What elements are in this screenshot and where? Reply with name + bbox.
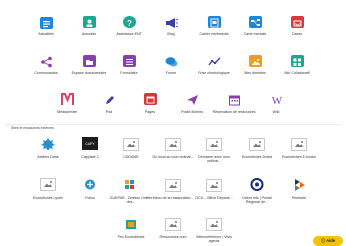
image-placeholder-icon[interactable] xyxy=(206,138,222,151)
timeline-icon[interactable] xyxy=(208,55,221,67)
external-label[interactable]: Capytale 2 xyxy=(68,155,112,159)
board-icon[interactable] xyxy=(291,55,304,67)
image-placeholder-icon[interactable] xyxy=(165,138,181,151)
app-label[interactable]: Poste-fichiers xyxy=(170,110,214,114)
external-label[interactable]: Econofiches 2ndes xyxy=(235,155,279,159)
app-label[interactable]: Casier xyxy=(275,32,319,36)
prix-icon[interactable] xyxy=(123,218,139,231)
mediacentre-icon[interactable] xyxy=(61,93,74,105)
section-divider xyxy=(5,124,341,125)
app-label[interactable]: Pad xyxy=(87,110,131,114)
app-label[interactable]: Mur Collaboratif xyxy=(275,71,319,75)
pages-icon[interactable] xyxy=(144,93,157,105)
help-circle-icon[interactable]: ? xyxy=(123,16,136,28)
image-placeholder-icon[interactable] xyxy=(291,138,307,151)
orient-icon[interactable] xyxy=(249,178,265,191)
contacts-icon[interactable] xyxy=(83,16,96,28)
external-label[interactable]: GUEPAR - Gestion Unifiée des... xyxy=(109,196,153,204)
send-icon[interactable] xyxy=(186,93,199,105)
notebook-icon[interactable] xyxy=(208,16,221,28)
image-placeholder-icon[interactable] xyxy=(249,138,265,151)
app-label[interactable]: Actualités xyxy=(24,32,68,36)
share-icon[interactable] xyxy=(40,55,53,68)
image-placeholder-icon[interactable] xyxy=(123,138,139,151)
app-label[interactable]: Carte mentale xyxy=(233,32,277,36)
app-label[interactable]: Blog xyxy=(149,32,193,36)
app-label[interactable]: Pages xyxy=(128,110,172,114)
app-label[interactable]: Médiacentre xyxy=(45,110,89,114)
megaphone-icon[interactable] xyxy=(165,16,179,28)
app-label[interactable]: Annuaire xyxy=(67,32,111,36)
external-label[interactable]: Du local au mon ordinat... xyxy=(151,155,195,159)
help-button[interactable]: ⓘ Aide xyxy=(313,236,343,246)
folios-icon[interactable] xyxy=(82,178,98,191)
guepar-icon[interactable] xyxy=(123,178,139,191)
capytale-icon[interactable]: CAPY xyxy=(82,137,98,150)
wikipedia-icon[interactable]: W xyxy=(270,93,283,107)
external-label[interactable]: Menu de la restauration... xyxy=(151,196,195,200)
inbox-icon[interactable] xyxy=(291,16,304,28)
chat-icon[interactable] xyxy=(165,55,178,67)
app-label[interactable]: Frise chronologique xyxy=(192,71,236,75)
svg-text:?: ? xyxy=(127,19,132,28)
section-title: Sites et ressources externes xyxy=(11,126,54,130)
external-label[interactable]: Démarrer avec mon ordinat... xyxy=(192,155,236,163)
app-label[interactable]: Réservation de ressources xyxy=(212,110,256,114)
app-label[interactable]: Formulaire xyxy=(107,71,151,75)
app-label[interactable]: Mes données xyxy=(233,71,277,75)
help-label: Aide xyxy=(326,238,336,243)
image-placeholder-icon[interactable] xyxy=(206,179,222,192)
svg-text:CAPY: CAPY xyxy=(85,142,95,146)
calendar-icon[interactable] xyxy=(228,93,241,106)
external-label[interactable]: Orient info | Portail Régional de... xyxy=(235,196,279,204)
external-label[interactable]: Webconférence | Visio agents xyxy=(192,235,236,243)
app-label[interactable]: Cahier multimédia xyxy=(192,32,236,36)
app-label[interactable]: Communautés xyxy=(24,71,68,75)
image-placeholder-icon[interactable] xyxy=(40,178,56,191)
mindmap-icon[interactable] xyxy=(249,16,262,28)
external-label[interactable]: Prix Econofiches xyxy=(109,235,153,239)
external-label[interactable]: Peertube xyxy=(277,196,321,200)
image-placeholder-icon[interactable] xyxy=(165,218,181,231)
folder-icon[interactable] xyxy=(83,55,96,67)
image-placeholder-icon[interactable] xyxy=(206,218,222,231)
external-label[interactable]: Econofiches Lycée xyxy=(26,196,70,200)
app-label[interactable]: Forum xyxy=(149,71,193,75)
external-label[interactable]: Folios xyxy=(68,196,112,200)
image-placeholder-icon[interactable] xyxy=(165,179,181,192)
app-label[interactable]: Assistance ENT xyxy=(107,32,151,36)
news-icon[interactable] xyxy=(40,17,53,29)
external-label[interactable]: Ressources num xyxy=(151,235,195,239)
svg-text:W: W xyxy=(272,95,283,106)
external-label[interactable]: Ateliers Dane xyxy=(26,155,70,159)
pencil-icon[interactable] xyxy=(103,93,116,105)
external-label[interactable]: Econofiches E-books xyxy=(277,155,321,159)
form-icon[interactable] xyxy=(123,55,136,67)
external-label[interactable]: OCIL - Office Départe... xyxy=(192,196,236,200)
external-label[interactable]: CDDAME xyxy=(109,155,153,159)
app-label[interactable]: Wiki xyxy=(254,110,298,114)
peertube-icon[interactable] xyxy=(291,178,307,191)
ateliers-icon[interactable] xyxy=(40,137,56,151)
image-icon[interactable] xyxy=(249,55,262,67)
app-label[interactable]: Espace documentaire xyxy=(67,71,111,75)
